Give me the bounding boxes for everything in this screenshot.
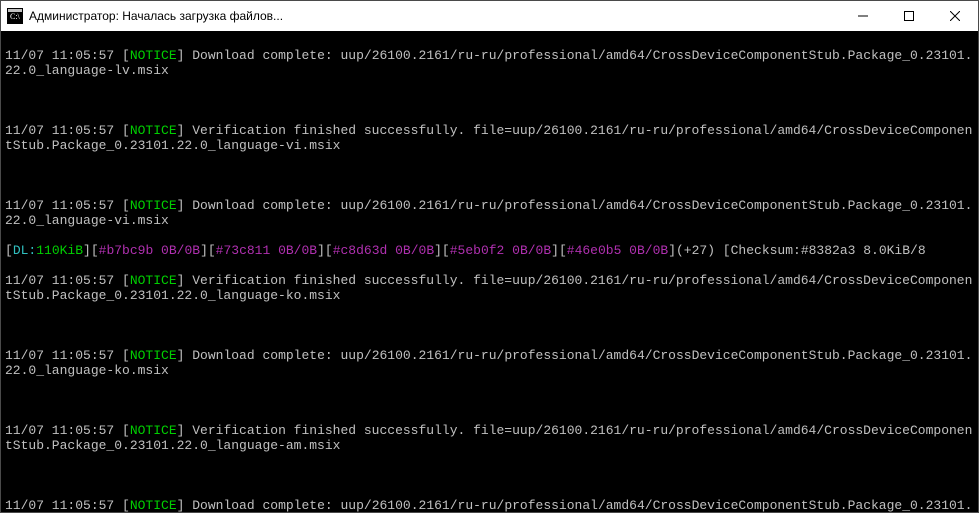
log-line: [DL:110KiB][#b7bc9b 0B/0B][#73c811 0B/0B… <box>5 243 974 258</box>
console-output[interactable]: 11/07 11:05:57 [NOTICE] Download complet… <box>1 31 978 512</box>
log-line <box>5 168 974 183</box>
cmd-icon: C:\ <box>7 8 23 24</box>
console-window: C:\ Администратор: Началась загрузка фай… <box>0 0 979 513</box>
titlebar: C:\ Администратор: Началась загрузка фай… <box>1 1 978 31</box>
log-line <box>5 468 974 483</box>
maximize-button[interactable] <box>886 1 932 31</box>
log-line: 11/07 11:05:57 [NOTICE] Verification fin… <box>5 273 974 303</box>
close-button[interactable] <box>932 1 978 31</box>
log-line: 11/07 11:05:57 [NOTICE] Verification fin… <box>5 123 974 153</box>
log-line: 11/07 11:05:57 [NOTICE] Download complet… <box>5 348 974 378</box>
log-line: 11/07 11:05:57 [NOTICE] Download complet… <box>5 198 974 228</box>
log-line <box>5 318 974 333</box>
window-title: Администратор: Началась загрузка файлов.… <box>29 9 840 23</box>
log-line <box>5 93 974 108</box>
log-line: 11/07 11:05:57 [NOTICE] Download complet… <box>5 48 974 78</box>
log-line <box>5 393 974 408</box>
log-line: 11/07 11:05:57 [NOTICE] Verification fin… <box>5 423 974 453</box>
svg-text:C:\: C:\ <box>10 12 21 21</box>
log-line: 11/07 11:05:57 [NOTICE] Download complet… <box>5 498 974 512</box>
minimize-button[interactable] <box>840 1 886 31</box>
window-controls <box>840 1 978 31</box>
